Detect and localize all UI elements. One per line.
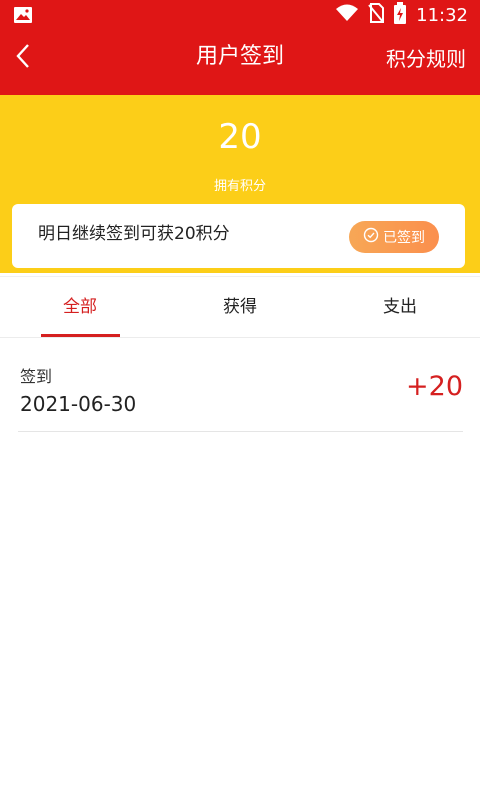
active-tab-indicator [41, 334, 120, 337]
app-bar: 用户签到 积分规则 [0, 30, 480, 95]
tab-bar: 全部 获得 支出 [0, 276, 480, 338]
signed-in-button[interactable]: 已签到 [349, 221, 439, 253]
points-record-list: 签到 2021-06-30 +20 [18, 338, 463, 432]
list-item: 签到 2021-06-30 +20 [18, 338, 463, 432]
points-rules-link[interactable]: 积分规则 [386, 30, 466, 88]
wifi-icon [336, 4, 359, 26]
signed-in-label: 已签到 [383, 230, 425, 246]
tab-spent[interactable]: 支出 [320, 277, 480, 339]
image-icon [14, 7, 32, 23]
points-value: 20 [218, 117, 262, 157]
points-label: 拥有积分 [213, 179, 266, 194]
record-title: 签到 [20, 367, 53, 386]
checkin-message: 明日继续签到可获20积分 [38, 224, 230, 244]
checkin-card: 明日继续签到可获20积分 已签到 [12, 204, 465, 268]
record-amount: +20 [406, 371, 463, 402]
status-time: 11:32 [416, 4, 468, 26]
battery-charging-icon [394, 2, 407, 28]
record-date: 2021-06-30 [20, 392, 137, 416]
tab-earned[interactable]: 获得 [160, 277, 320, 339]
tab-all[interactable]: 全部 [0, 277, 160, 339]
no-sim-icon [368, 3, 385, 27]
status-bar: 11:32 [0, 0, 480, 30]
check-circle-icon [363, 227, 379, 247]
